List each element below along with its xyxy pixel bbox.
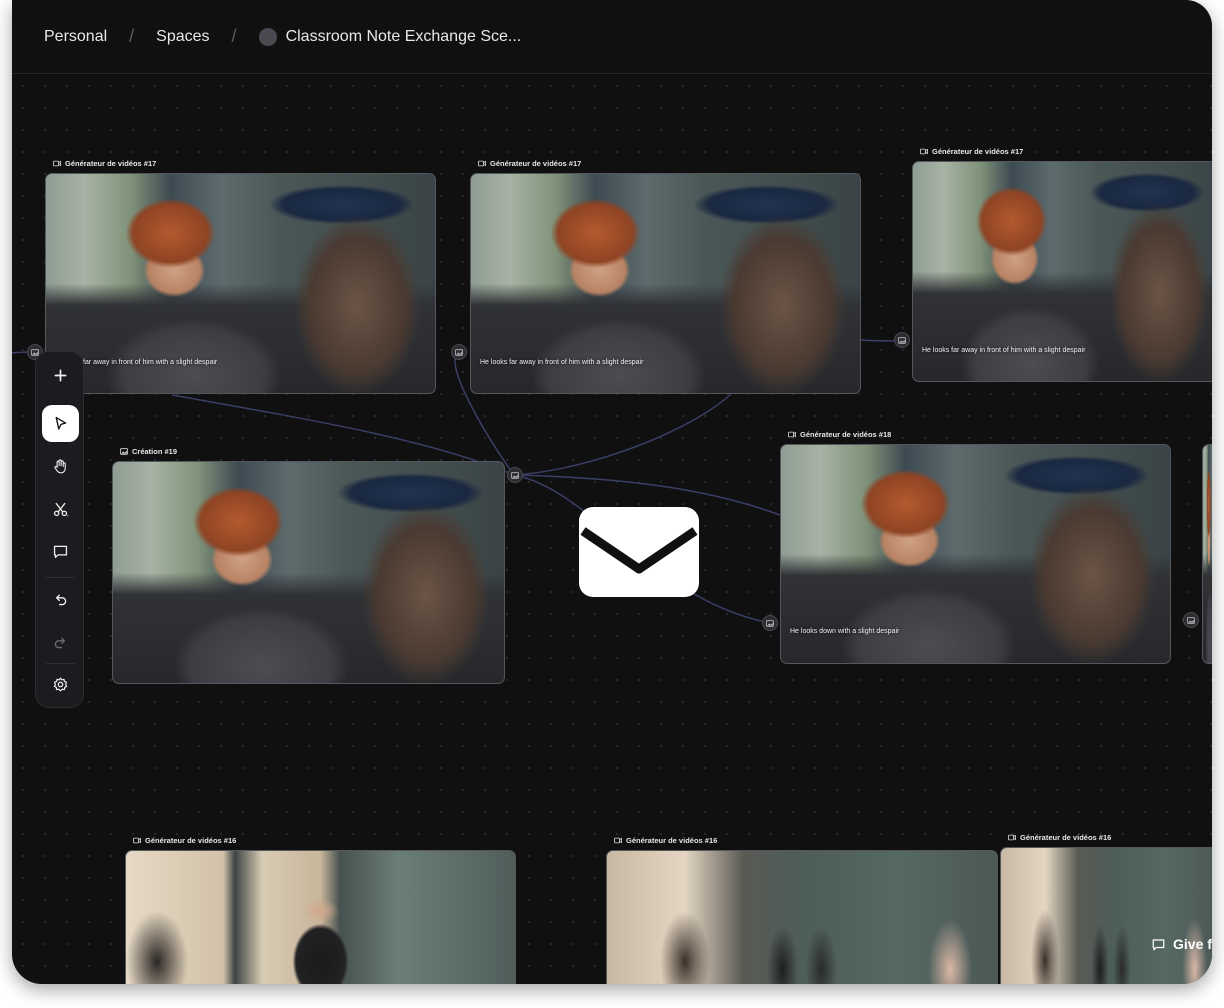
project-avatar-icon [258, 27, 277, 46]
toolbar-divider [46, 577, 75, 578]
video-icon [614, 837, 622, 844]
breadcrumb-personal[interactable]: Personal [44, 28, 107, 46]
tool-palette [35, 351, 84, 708]
hand-icon [54, 459, 66, 474]
breadcrumb-spaces[interactable]: Spaces [156, 28, 209, 46]
select-tool-button[interactable] [42, 405, 79, 442]
node-title-text: Générateur de vidéos #17 [490, 159, 582, 168]
node-port[interactable] [894, 332, 910, 348]
breadcrumb-project[interactable]: Classroom Note Exchange Sce... [286, 28, 522, 46]
node-title: Générateur de vidéos #16 [133, 836, 236, 845]
node-title: Générateur de vidéos #17 [920, 147, 1023, 156]
video-icon [920, 148, 928, 155]
image-icon [511, 471, 519, 479]
node-port[interactable] [762, 615, 778, 631]
node-title: Générateur de vidéos #17 [478, 159, 581, 168]
node-title-text: Générateur de vidéos #16 [1020, 833, 1112, 842]
image-icon [766, 619, 774, 627]
settings-button[interactable] [42, 666, 79, 703]
video-node[interactable]: Générateur de vidéos #17 He looks far aw… [470, 159, 861, 394]
video-thumbnail [125, 850, 516, 984]
pan-tool-button[interactable] [42, 448, 79, 485]
undo-button[interactable] [42, 581, 79, 618]
video-node[interactable]: Générateur de vidéos #18 He looks down w… [780, 430, 1171, 664]
node-caption: He looks far away in front of him with a… [480, 359, 644, 366]
image-thumbnail [112, 461, 505, 684]
node-caption: He looks far away in front of him with a… [922, 347, 1086, 354]
node-title-text: Générateur de vidéos #18 [800, 430, 892, 439]
comment-icon [1152, 938, 1165, 950]
node-title-text: Générateur de vidéos #17 [65, 159, 157, 168]
video-thumbnail [1202, 444, 1212, 664]
node-title-text: Générateur de vidéos #17 [932, 147, 1024, 156]
breadcrumb-separator: / [231, 26, 237, 46]
image-node[interactable]: Création #19 [112, 447, 505, 684]
video-icon [53, 160, 61, 167]
node-title: Création #19 [120, 447, 177, 456]
video-node[interactable]: Générateur de vidéos #17 far away in fro… [45, 159, 436, 394]
video-node[interactable]: Générateur de vidéos #17 He looks far aw… [912, 147, 1212, 382]
image-icon [898, 336, 906, 344]
toolbar-divider [46, 663, 75, 664]
video-icon [788, 431, 796, 438]
mail-icon[interactable] [579, 507, 699, 597]
node-title: Générateur de vidéos #17 [53, 159, 156, 168]
node-title-text: Création #19 [132, 447, 178, 456]
node-port[interactable] [451, 344, 467, 360]
app-window: Personal / Spaces / Classroom Note Excha… [12, 0, 1212, 984]
scissors-icon [53, 502, 69, 517]
give-feedback-button[interactable]: Give f [1151, 936, 1212, 952]
give-feedback-label: Give f [1173, 936, 1212, 952]
breadcrumb: Personal / Spaces / Classroom Note Excha… [12, 0, 1212, 74]
node-port[interactable] [1183, 612, 1199, 628]
node-title-text: Générateur de vidéos #16 [145, 836, 237, 845]
video-thumbnail [1000, 847, 1212, 984]
node-title-text: Générateur de vidéos #16 [626, 836, 718, 845]
redo-button[interactable] [42, 624, 79, 661]
image-icon [455, 348, 463, 356]
node-title: Générateur de vidéos #16 [614, 836, 717, 845]
video-thumbnail [606, 850, 998, 984]
node-caption: far away in front of him with a slight d… [83, 359, 218, 366]
comment-tool-button[interactable] [42, 533, 79, 570]
pointer-icon [55, 416, 67, 430]
image-icon [1187, 616, 1195, 624]
video-icon [478, 160, 486, 167]
redo-icon [54, 637, 66, 649]
settings-icon [53, 677, 68, 692]
video-icon [133, 837, 141, 844]
add-tool-button[interactable] [42, 357, 79, 394]
video-node[interactable]: Générateur de vidéos #16 [606, 836, 998, 984]
video-node[interactable]: Générateur de vidéos #16 [1000, 833, 1212, 984]
video-node-partial[interactable] [1202, 444, 1212, 664]
comment-icon [53, 545, 68, 559]
node-port[interactable] [507, 467, 523, 483]
node-title: Générateur de vidéos #18 [788, 430, 891, 439]
video-icon [1008, 834, 1016, 841]
node-title: Générateur de vidéos #16 [1008, 833, 1111, 842]
cut-tool-button[interactable] [42, 491, 79, 528]
breadcrumb-separator: / [129, 26, 135, 46]
undo-icon [55, 594, 67, 606]
plus-icon [54, 369, 67, 382]
video-node[interactable]: Générateur de vidéos #16 [125, 836, 516, 984]
image-icon [120, 448, 128, 455]
node-caption: He looks down with a slight despair [790, 628, 900, 635]
